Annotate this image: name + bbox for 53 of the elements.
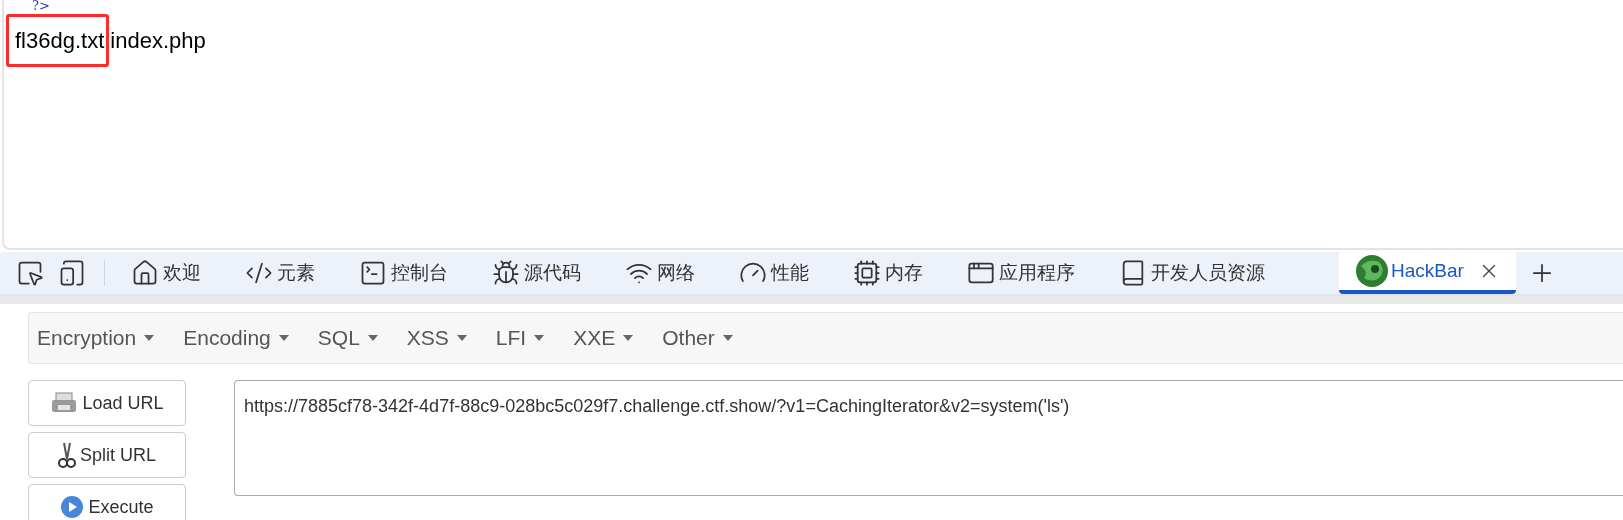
action-button[interactable]: Load URL <box>28 380 186 426</box>
bug-icon <box>492 259 520 287</box>
terminal-icon <box>359 259 387 287</box>
menu-dropdown[interactable]: LFI <box>495 322 545 354</box>
tab-label: 性能 <box>771 260 809 285</box>
caret-icon <box>144 335 155 341</box>
play-icon <box>60 495 85 519</box>
action-button[interactable]: Split URL <box>28 432 186 478</box>
caret-icon <box>623 335 634 341</box>
devtools-tab[interactable]: HackBar <box>1339 252 1516 294</box>
url-input-field[interactable]: https://7885cf78-342f-4d7f-88c9-028bc5c029f7.challenge.ctf.show/?v1=CachingIterator&v2=system('ls') <box>234 380 1623 496</box>
action-button[interactable]: Execute <box>28 484 186 520</box>
tab-label: 内存 <box>885 260 923 285</box>
devtools-tab[interactable]: 内存 <box>853 258 923 288</box>
tab-label: 源代码 <box>524 260 581 285</box>
menu-dropdown[interactable]: Encoding <box>183 322 289 354</box>
devtools-tab[interactable] <box>16 259 44 287</box>
file-name: index.php <box>110 27 206 55</box>
device-icon <box>58 259 86 287</box>
tab-label: 欢迎 <box>163 260 201 285</box>
devtools-tab[interactable]: 元素 <box>245 258 315 288</box>
devtools-tab[interactable] <box>58 259 86 287</box>
tab-label: 网络 <box>657 260 695 285</box>
devtools-tab[interactable]: 性能 <box>739 258 809 288</box>
file-name: fl36dg.txt <box>6 14 110 67</box>
home-icon <box>131 259 159 287</box>
caret-icon <box>722 335 733 341</box>
tab-label: 元素 <box>277 260 315 285</box>
tab-label: 开发人员资源 <box>1151 260 1265 285</box>
menu-dropdown[interactable]: Other <box>662 322 733 354</box>
chip-icon <box>853 259 881 287</box>
devtools-tab[interactable]: 应用程序 <box>967 258 1075 288</box>
tab-label: 应用程序 <box>999 260 1075 285</box>
globe-logo-icon <box>1355 254 1389 288</box>
devtools-tab[interactable]: 欢迎 <box>131 258 201 288</box>
devtools-tab[interactable]: 开发人员资源 <box>1119 258 1265 288</box>
menu-dropdown[interactable]: Encryption <box>37 322 155 354</box>
menu-dropdown[interactable]: XXE <box>573 322 634 354</box>
menu-dropdown[interactable]: XSS <box>406 322 467 354</box>
caret-icon <box>278 335 289 341</box>
caret-icon <box>367 335 378 341</box>
menu-dropdown[interactable]: SQL <box>317 322 378 354</box>
tab-label: HackBar <box>1391 258 1464 283</box>
inspect-icon <box>16 259 44 287</box>
devtools-tab[interactable]: 控制台 <box>359 258 448 288</box>
printer-icon <box>50 391 79 415</box>
tab-label: 控制台 <box>391 260 448 285</box>
caret-icon <box>534 335 545 341</box>
devtools-tab[interactable]: 源代码 <box>492 258 581 288</box>
code-text: ?> <box>32 0 51 12</box>
devtools-tab[interactable]: 网络 <box>625 258 695 288</box>
scissors-icon <box>58 441 76 469</box>
caret-icon <box>456 335 467 341</box>
